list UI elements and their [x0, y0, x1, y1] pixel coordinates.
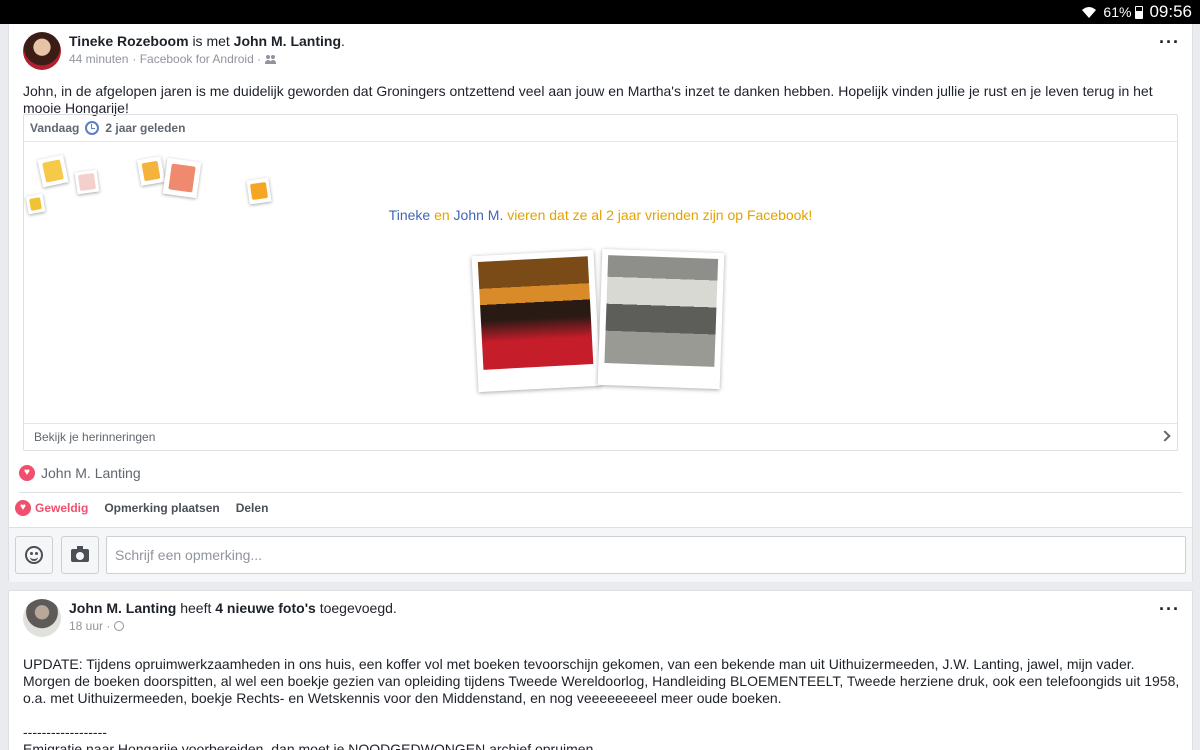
comment-bar — [9, 528, 1192, 582]
memory-message: Tineke en John M. vieren dat ze al 2 jaa… — [24, 207, 1177, 223]
globe-icon — [114, 621, 125, 631]
sticker-friends-icon — [162, 157, 202, 199]
memory-footer-link[interactable]: Bekijk je herinneringen — [24, 423, 1177, 450]
post-separator: ------------------ — [23, 724, 107, 740]
comment-input[interactable] — [106, 536, 1186, 574]
clock: 09:56 — [1149, 2, 1192, 21]
like-label: Geweldig — [35, 501, 89, 515]
post-subline: 44 minuten · Facebook for Android · — [69, 52, 345, 66]
reaction-name: John M. Lanting — [41, 465, 141, 481]
sticker-cake-icon — [37, 154, 69, 188]
sticker-bird-icon — [136, 156, 166, 186]
post-time[interactable]: 18 uur · — [69, 619, 110, 633]
memory-photo-1[interactable] — [471, 249, 601, 393]
memory-friend1[interactable]: Tineke — [389, 207, 431, 223]
memory-header: Vandaag 2 jaar geleden — [24, 115, 1177, 142]
history-icon — [85, 121, 100, 135]
status-bar: 61% 09:56 — [0, 0, 1200, 24]
post-time[interactable]: 44 minuten — [69, 52, 128, 66]
memory-celebrate-text: vieren dat ze al 2 jaar vrienden zijn op… — [507, 207, 813, 223]
comment-button[interactable]: Opmerking plaatsen — [104, 501, 219, 515]
avatar[interactable] — [23, 599, 61, 637]
smiley-icon — [25, 546, 43, 564]
post-text: UPDATE: Tijdens opruimwerkzaamheden in o… — [23, 656, 1188, 750]
author-name[interactable]: John M. Lanting — [69, 600, 176, 616]
divider — [19, 492, 1182, 493]
post-author-line: Tineke Rozeboom is met John M. Lanting. — [69, 33, 345, 49]
post-card: John M. Lanting heeft 4 nieuwe foto's to… — [8, 590, 1193, 750]
camera-icon — [71, 545, 89, 562]
post-card: Tineke Rozeboom is met John M. Lanting. … — [8, 24, 1193, 582]
action-bar: ♥ Geweldig Opmerking plaatsen Delen — [15, 500, 268, 516]
memory-footer-label: Bekijk je herinneringen — [34, 430, 156, 444]
more-options-icon[interactable]: ··· — [1159, 600, 1180, 618]
memory-ago-label: 2 jaar geleden — [105, 121, 186, 135]
photo-button[interactable] — [61, 536, 99, 574]
memory-today-label: Vandaag — [30, 121, 80, 135]
post-source: · Facebook for Android · — [132, 52, 262, 66]
post-paragraph: Emigratie naar Hongarije voorbereiden, d… — [23, 741, 613, 750]
post-header: John M. Lanting heeft 4 nieuwe foto's to… — [23, 599, 397, 637]
memory-and: en — [434, 207, 450, 223]
more-options-icon[interactable]: ··· — [1159, 33, 1180, 51]
author-name[interactable]: Tineke Rozeboom — [69, 33, 189, 49]
suffix-text: toegevoegd. — [319, 600, 397, 616]
post-text: John, in de afgelopen jaren is me duidel… — [23, 83, 1153, 116]
like-button[interactable]: ♥ Geweldig — [15, 500, 88, 516]
reaction-summary[interactable]: ♥ John M. Lanting — [19, 465, 141, 481]
sticker-card-icon — [74, 169, 100, 195]
battery-percent: 61% — [1103, 4, 1132, 20]
post-header: Tineke Rozeboom is met John M. Lanting. … — [23, 32, 345, 70]
memory-friend2[interactable]: John M. — [454, 207, 504, 223]
share-button[interactable]: Delen — [236, 501, 269, 515]
emoji-button[interactable] — [15, 536, 53, 574]
period: . — [341, 33, 345, 49]
connector-text: heeft — [180, 600, 212, 616]
sticker-heart-icon — [246, 177, 272, 205]
memory-card[interactable]: Vandaag 2 jaar geleden Tineke en John M.… — [23, 114, 1178, 451]
post-subline: 18 uur · — [69, 619, 397, 633]
post-author-line: John M. Lanting heeft 4 nieuwe foto's to… — [69, 600, 397, 616]
love-reaction-icon: ♥ — [19, 465, 35, 481]
avatar[interactable] — [23, 32, 61, 70]
photo-count-link[interactable]: 4 nieuwe foto's — [215, 600, 316, 616]
battery-icon — [1135, 5, 1144, 19]
post-paragraph: Morgen de boeken doorspitten, al wel een… — [23, 673, 1180, 706]
connector-text: is met — [192, 33, 230, 49]
friends-icon — [265, 54, 277, 64]
tagged-name[interactable]: John M. Lanting — [234, 33, 341, 49]
post-paragraph: UPDATE: Tijdens opruimwerkzaamheden in o… — [23, 656, 1135, 672]
memory-photo-2[interactable] — [597, 248, 725, 390]
heart-icon: ♥ — [15, 500, 31, 516]
chevron-right-icon — [1159, 430, 1171, 442]
wifi-icon — [1082, 7, 1097, 18]
